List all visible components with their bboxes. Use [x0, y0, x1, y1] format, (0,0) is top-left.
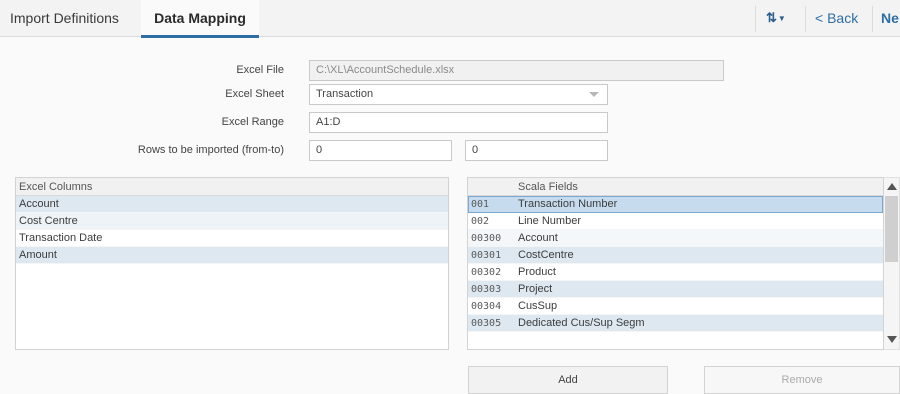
scala-fields-header-label: Scala Fields — [518, 181, 578, 193]
scroll-up-icon[interactable] — [887, 183, 897, 190]
list-item[interactable]: 00302 Product — [468, 264, 883, 281]
rows-to-input[interactable]: 0 — [465, 140, 608, 161]
list-item[interactable]: Amount — [16, 247, 448, 264]
field-code: 00300 — [471, 233, 502, 244]
field-code: 00301 — [471, 250, 502, 261]
rows-from-input[interactable]: 0 — [309, 140, 452, 161]
tab-import-definitions[interactable]: Import Definitions — [10, 0, 119, 37]
excel-sheet-label: Excel Sheet — [225, 88, 284, 100]
toolbar-separator — [755, 6, 756, 32]
list-item[interactable]: 001 Transaction Number — [468, 196, 883, 213]
back-button[interactable]: < Back — [815, 0, 858, 37]
list-item[interactable]: 00304 CusSup — [468, 298, 883, 315]
field-name: CostCentre — [518, 249, 574, 261]
scala-fields-header: Scala Fields — [468, 178, 883, 196]
list-item[interactable]: 00303 Project — [468, 281, 883, 298]
sort-arrows-icon: ⇅ — [766, 10, 777, 25]
excel-file-field: C:\XL\AccountSchedule.xlsx — [309, 60, 724, 81]
scala-fields-list[interactable]: Scala Fields 001 Transaction Number 002 Li… — [467, 177, 884, 350]
tab-bar: Import Definitions Data Mapping ⇅▼ < Bac… — [0, 0, 900, 38]
field-name: CusSup — [518, 300, 558, 312]
scroll-thumb[interactable] — [885, 196, 898, 262]
excel-columns-list[interactable]: Excel Columns Account Cost Centre Transa… — [15, 177, 449, 350]
scroll-down-icon[interactable] — [887, 336, 897, 343]
excel-sheet-dropdown[interactable]: Transaction — [309, 84, 608, 105]
excel-columns-header: Excel Columns — [16, 178, 448, 196]
excel-range-label: Excel Range — [221, 116, 284, 128]
field-code: 00304 — [471, 301, 502, 312]
list-item[interactable]: 00301 CostCentre — [468, 247, 883, 264]
field-name: Product — [518, 266, 556, 278]
list-item[interactable]: 00300 Account — [468, 230, 883, 247]
field-name: Transaction Number — [518, 198, 618, 210]
next-button[interactable]: Ne — [881, 0, 899, 37]
add-button[interactable]: Add — [468, 366, 668, 394]
field-name: Account — [518, 232, 558, 244]
field-name: Line Number — [518, 215, 581, 227]
excel-file-label: Excel File — [236, 64, 284, 76]
tab-data-mapping[interactable]: Data Mapping — [141, 0, 259, 38]
sort-button[interactable]: ⇅▼ — [766, 10, 796, 28]
field-name: Project — [518, 283, 553, 295]
list-item[interactable]: 002 Line Number — [468, 213, 883, 230]
field-code: 00302 — [471, 267, 502, 278]
remove-button[interactable]: Remove — [704, 366, 900, 394]
field-code: 00303 — [471, 284, 502, 295]
field-code: 002 — [471, 216, 490, 227]
field-code: 001 — [471, 199, 490, 210]
chevron-down-icon: ▼ — [777, 14, 786, 24]
list-item[interactable]: Transaction Date — [16, 230, 448, 247]
excel-sheet-value: Transaction — [316, 88, 374, 100]
excel-range-input[interactable]: A1:D — [309, 112, 608, 133]
list-item[interactable]: Account — [16, 196, 448, 213]
scala-fields-scrollbar[interactable] — [884, 177, 900, 350]
toolbar-separator — [805, 6, 806, 32]
chevron-down-icon — [589, 92, 599, 97]
rows-imported-label: Rows to be imported (from-to) — [137, 144, 284, 156]
field-name: Dedicated Cus/Sup Segm — [518, 317, 645, 329]
field-code: 00305 — [471, 318, 502, 329]
list-item[interactable]: 00305 Dedicated Cus/Sup Segm — [468, 315, 883, 332]
toolbar-separator — [872, 6, 873, 32]
list-item[interactable]: Cost Centre — [16, 213, 448, 230]
